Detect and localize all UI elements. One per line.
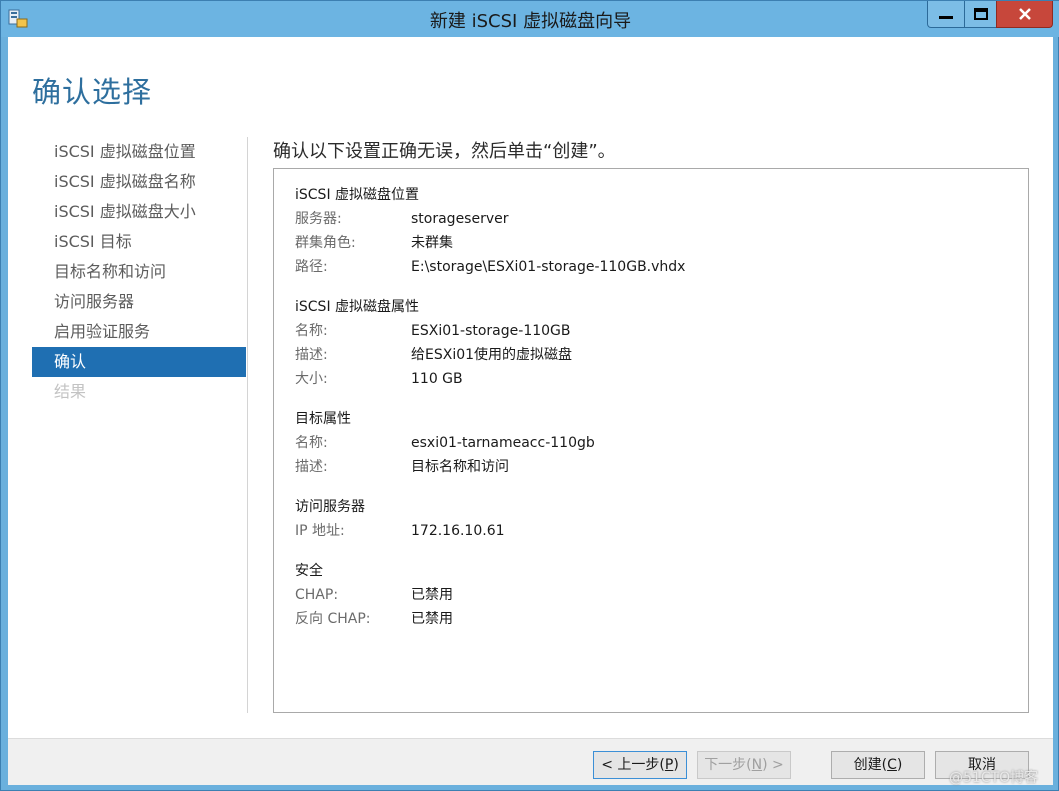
- section-title: iSCSI 虚拟磁盘位置: [295, 187, 420, 203]
- summary-section: iSCSI 虚拟磁盘属性 名称: ESXi01-storage-110GB 描述: 给E…: [295, 295, 1028, 391]
- title-bar[interactable]: 新建 iSCSI 虚拟磁盘向导: [1, 1, 1059, 37]
- nav-step-8[interactable]: 确认: [32, 347, 246, 377]
- section-title: iSCSI 虚拟磁盘属性: [295, 299, 420, 315]
- row-value: 已禁用: [411, 611, 453, 627]
- nav-step-2[interactable]: iSCSI 虚拟磁盘名称: [32, 167, 246, 197]
- watermark: @51CTO博客: [949, 770, 1039, 786]
- wizard-steps-nav: iSCSI 虚拟磁盘位置 iSCSI 虚拟磁盘名称 iSCSI 虚拟磁盘大小 iSCS…: [32, 137, 246, 407]
- button-bar: < 上一步(P) 下一步(N) > 创建(C) 取消: [8, 738, 1053, 785]
- summary-row: 群集角色: 未群集: [295, 231, 1028, 255]
- nav-step-3[interactable]: iSCSI 虚拟磁盘大小: [32, 197, 246, 227]
- summary-row: CHAP: 已禁用: [295, 583, 1028, 607]
- instruction-text: 确认以下设置正确无误，然后单击“创建”。: [273, 141, 616, 162]
- summary-section: iSCSI 虚拟磁盘位置 服务器: storageserver 群集角色: 未群集路径:…: [295, 183, 1028, 279]
- nav-step-4[interactable]: iSCSI 目标: [32, 227, 246, 257]
- minimize-button[interactable]: [927, 1, 965, 28]
- summary-row: 描述: 目标名称和访问: [295, 455, 1028, 479]
- previous-button[interactable]: < 上一步(P): [593, 751, 687, 779]
- close-button[interactable]: [996, 1, 1053, 28]
- nav-step-6[interactable]: 访问服务器: [32, 287, 246, 317]
- summary-row: 名称: esxi01-tarnameacc-110gb: [295, 431, 1028, 455]
- page-title: 确认选择: [32, 75, 153, 109]
- row-value: storageserver: [411, 211, 509, 227]
- summary-row: 路径: E:\storage\ESXi01-storage-110GB.vhdx: [295, 255, 1028, 279]
- section-title: 目标属性: [295, 411, 351, 427]
- nav-divider: [247, 137, 248, 713]
- row-label: 描述:: [295, 347, 328, 363]
- nav-step-7[interactable]: 启用验证服务: [32, 317, 246, 347]
- section-title: 安全: [295, 563, 323, 579]
- window-title: 新建 iSCSI 虚拟磁盘向导: [429, 11, 632, 32]
- minimize-icon: [939, 16, 953, 19]
- row-label: 名称:: [295, 435, 328, 451]
- summary-row: 服务器: storageserver: [295, 207, 1028, 231]
- row-label: 路径:: [295, 259, 328, 275]
- row-value: esxi01-tarnameacc-110gb: [411, 435, 595, 451]
- row-value: E:\storage\ESXi01-storage-110GB.vhdx: [411, 259, 686, 275]
- summary-section: 访问服务器 IP 地址: 172.16.10.61: [295, 495, 1028, 543]
- row-label: 群集角色:: [295, 235, 356, 251]
- summary-row: 大小: 110 GB: [295, 367, 1028, 391]
- nav-step-5[interactable]: 目标名称和访问: [32, 257, 246, 287]
- row-label: 服务器:: [295, 211, 342, 227]
- row-label: 名称:: [295, 323, 328, 339]
- summary-section: 目标属性名称: esxi01-tarnameacc-110gb 描述: 目标名称和访问: [295, 407, 1028, 479]
- row-label: IP 地址:: [295, 523, 345, 539]
- summary-row: 描述: 给ESXi01使用的虚拟磁盘: [295, 343, 1028, 367]
- nav-step-9: 结果: [54, 382, 87, 401]
- row-label: CHAP:: [295, 587, 339, 603]
- summary-section: 安全 CHAP: 已禁用 反向 CHAP: 已禁用: [295, 559, 1028, 631]
- summary-row: 反向 CHAP: 已禁用: [295, 607, 1028, 631]
- nav-step-1[interactable]: iSCSI 虚拟磁盘位置: [32, 137, 246, 167]
- row-label: 大小:: [295, 371, 328, 387]
- maximize-icon: [973, 8, 988, 20]
- row-value: ESXi01-storage-110GB: [411, 323, 571, 339]
- row-value: 目标名称和访问: [411, 459, 509, 475]
- row-value: 110 GB: [411, 371, 463, 387]
- wizard-client-area: 确认选择 iSCSI 虚拟磁盘位置 iSCSI 虚拟磁盘名称 iSCSI 虚拟磁盘大…: [8, 37, 1053, 785]
- wizard-window: 新建 iSCSI 虚拟磁盘向导 确认选择 iSCSI 虚拟磁盘位置 iSCSI 虚…: [0, 0, 1059, 791]
- section-title: 访问服务器: [295, 499, 365, 515]
- row-value: 已禁用: [411, 587, 453, 603]
- row-value: 给ESXi01使用的虚拟磁盘: [411, 347, 573, 363]
- create-button[interactable]: 创建(C): [831, 751, 925, 779]
- maximize-button[interactable]: [964, 1, 997, 28]
- close-icon: [1018, 8, 1031, 20]
- summary-row: 名称: ESXi01-storage-110GB: [295, 319, 1028, 343]
- summary-box: iSCSI 虚拟磁盘位置 服务器: storageserver 群集角色: 未群集路径:…: [273, 168, 1029, 713]
- row-label: 描述:: [295, 459, 328, 475]
- row-value: 未群集: [411, 235, 453, 251]
- row-label: 反向 CHAP:: [295, 611, 371, 627]
- row-value: 172.16.10.61: [411, 523, 505, 539]
- next-button[interactable]: 下一步(N) >: [697, 751, 791, 779]
- summary-row: IP 地址: 172.16.10.61: [295, 519, 1028, 543]
